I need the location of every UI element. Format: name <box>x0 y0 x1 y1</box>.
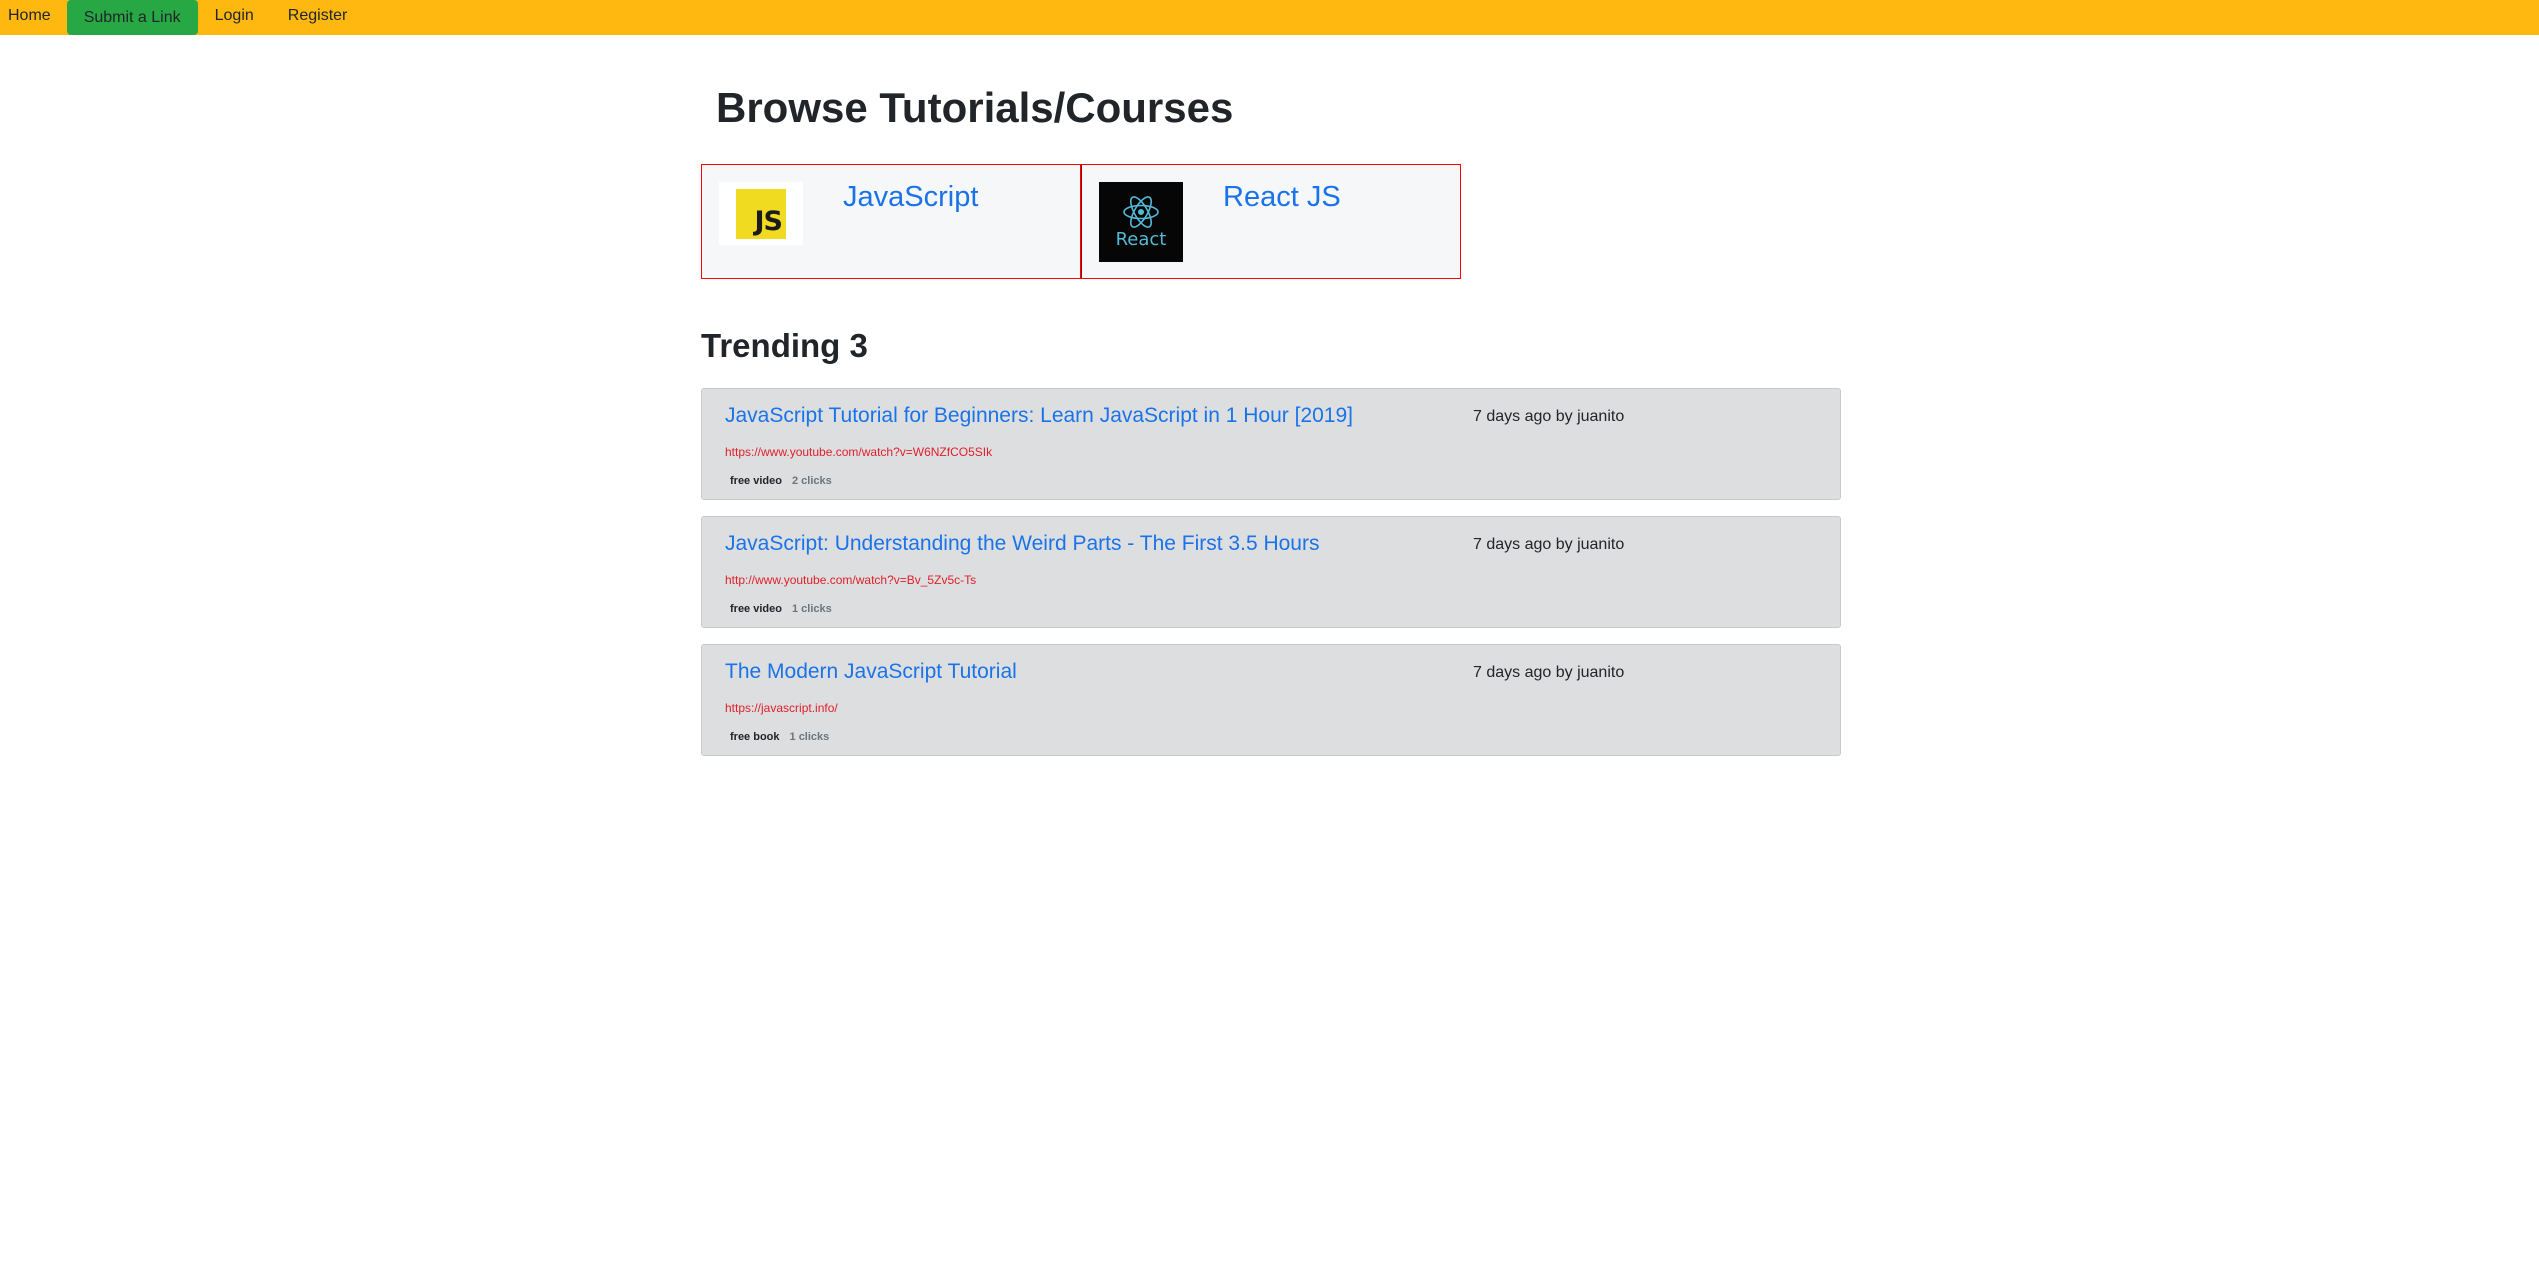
trending-item-title-link[interactable]: JavaScript Tutorial for Beginners: Learn… <box>725 404 1353 428</box>
trending-item: JavaScript Tutorial for Beginners: Learn… <box>701 388 1841 500</box>
resource-type-badge: free book <box>730 731 780 743</box>
category-card-react[interactable]: React React JS <box>1081 164 1461 279</box>
react-logo-icon: React <box>1099 182 1183 262</box>
trending-item-title-link[interactable]: The Modern JavaScript Tutorial <box>725 660 1017 684</box>
category-card-javascript[interactable]: JS JavaScript <box>701 164 1081 279</box>
trending-item-meta: 7 days ago by juanito <box>1473 664 1625 681</box>
category-title-javascript[interactable]: JavaScript <box>843 181 978 214</box>
nav-register-link[interactable]: Register <box>271 0 365 31</box>
react-logo-text: React <box>1115 229 1167 250</box>
nav-submit-link-button[interactable]: Submit a Link <box>66 0 198 35</box>
category-title-react[interactable]: React JS <box>1223 181 1341 214</box>
trending-item-tags: free video 1 clicks <box>725 603 832 615</box>
trending-item-tags: free book 1 clicks <box>725 731 829 743</box>
javascript-logo-icon: JS <box>719 182 803 246</box>
nav-login-link[interactable]: Login <box>198 0 271 31</box>
nav-home-link[interactable]: Home <box>0 0 67 31</box>
trending-list: JavaScript Tutorial for Beginners: Learn… <box>701 388 1841 772</box>
click-count-badge: 1 clicks <box>791 603 832 615</box>
click-count-badge: 1 clicks <box>789 731 830 743</box>
trending-item-url-link[interactable]: https://javascript.info/ <box>725 701 838 715</box>
click-count-badge: 2 clicks <box>791 475 832 487</box>
trending-item-url-link[interactable]: https://www.youtube.com/watch?v=W6NZfCO5… <box>725 445 992 459</box>
trending-item-meta: 7 days ago by juanito <box>1473 408 1625 425</box>
trending-item-meta: 7 days ago by juanito <box>1473 536 1625 553</box>
trending-item: JavaScript: Understanding the Weird Part… <box>701 516 1841 628</box>
trending-item-title-link[interactable]: JavaScript: Understanding the Weird Part… <box>725 532 1319 556</box>
top-navbar: Home Submit a Link Login Register <box>0 0 2539 35</box>
trending-item: The Modern JavaScript Tutorial 7 days ag… <box>701 644 1841 756</box>
resource-type-badge: free video <box>730 603 782 615</box>
resource-type-badge: free video <box>730 475 782 487</box>
page-title: Browse Tutorials/Courses <box>716 84 1234 131</box>
category-grid: JS JavaScript React React JS <box>701 164 1461 279</box>
trending-title: Trending 3 <box>701 327 868 364</box>
trending-item-tags: free video 2 clicks <box>725 475 832 487</box>
javascript-logo-text: JS <box>754 205 783 237</box>
trending-item-url-link[interactable]: http://www.youtube.com/watch?v=Bv_5Zv5c-… <box>725 573 976 587</box>
